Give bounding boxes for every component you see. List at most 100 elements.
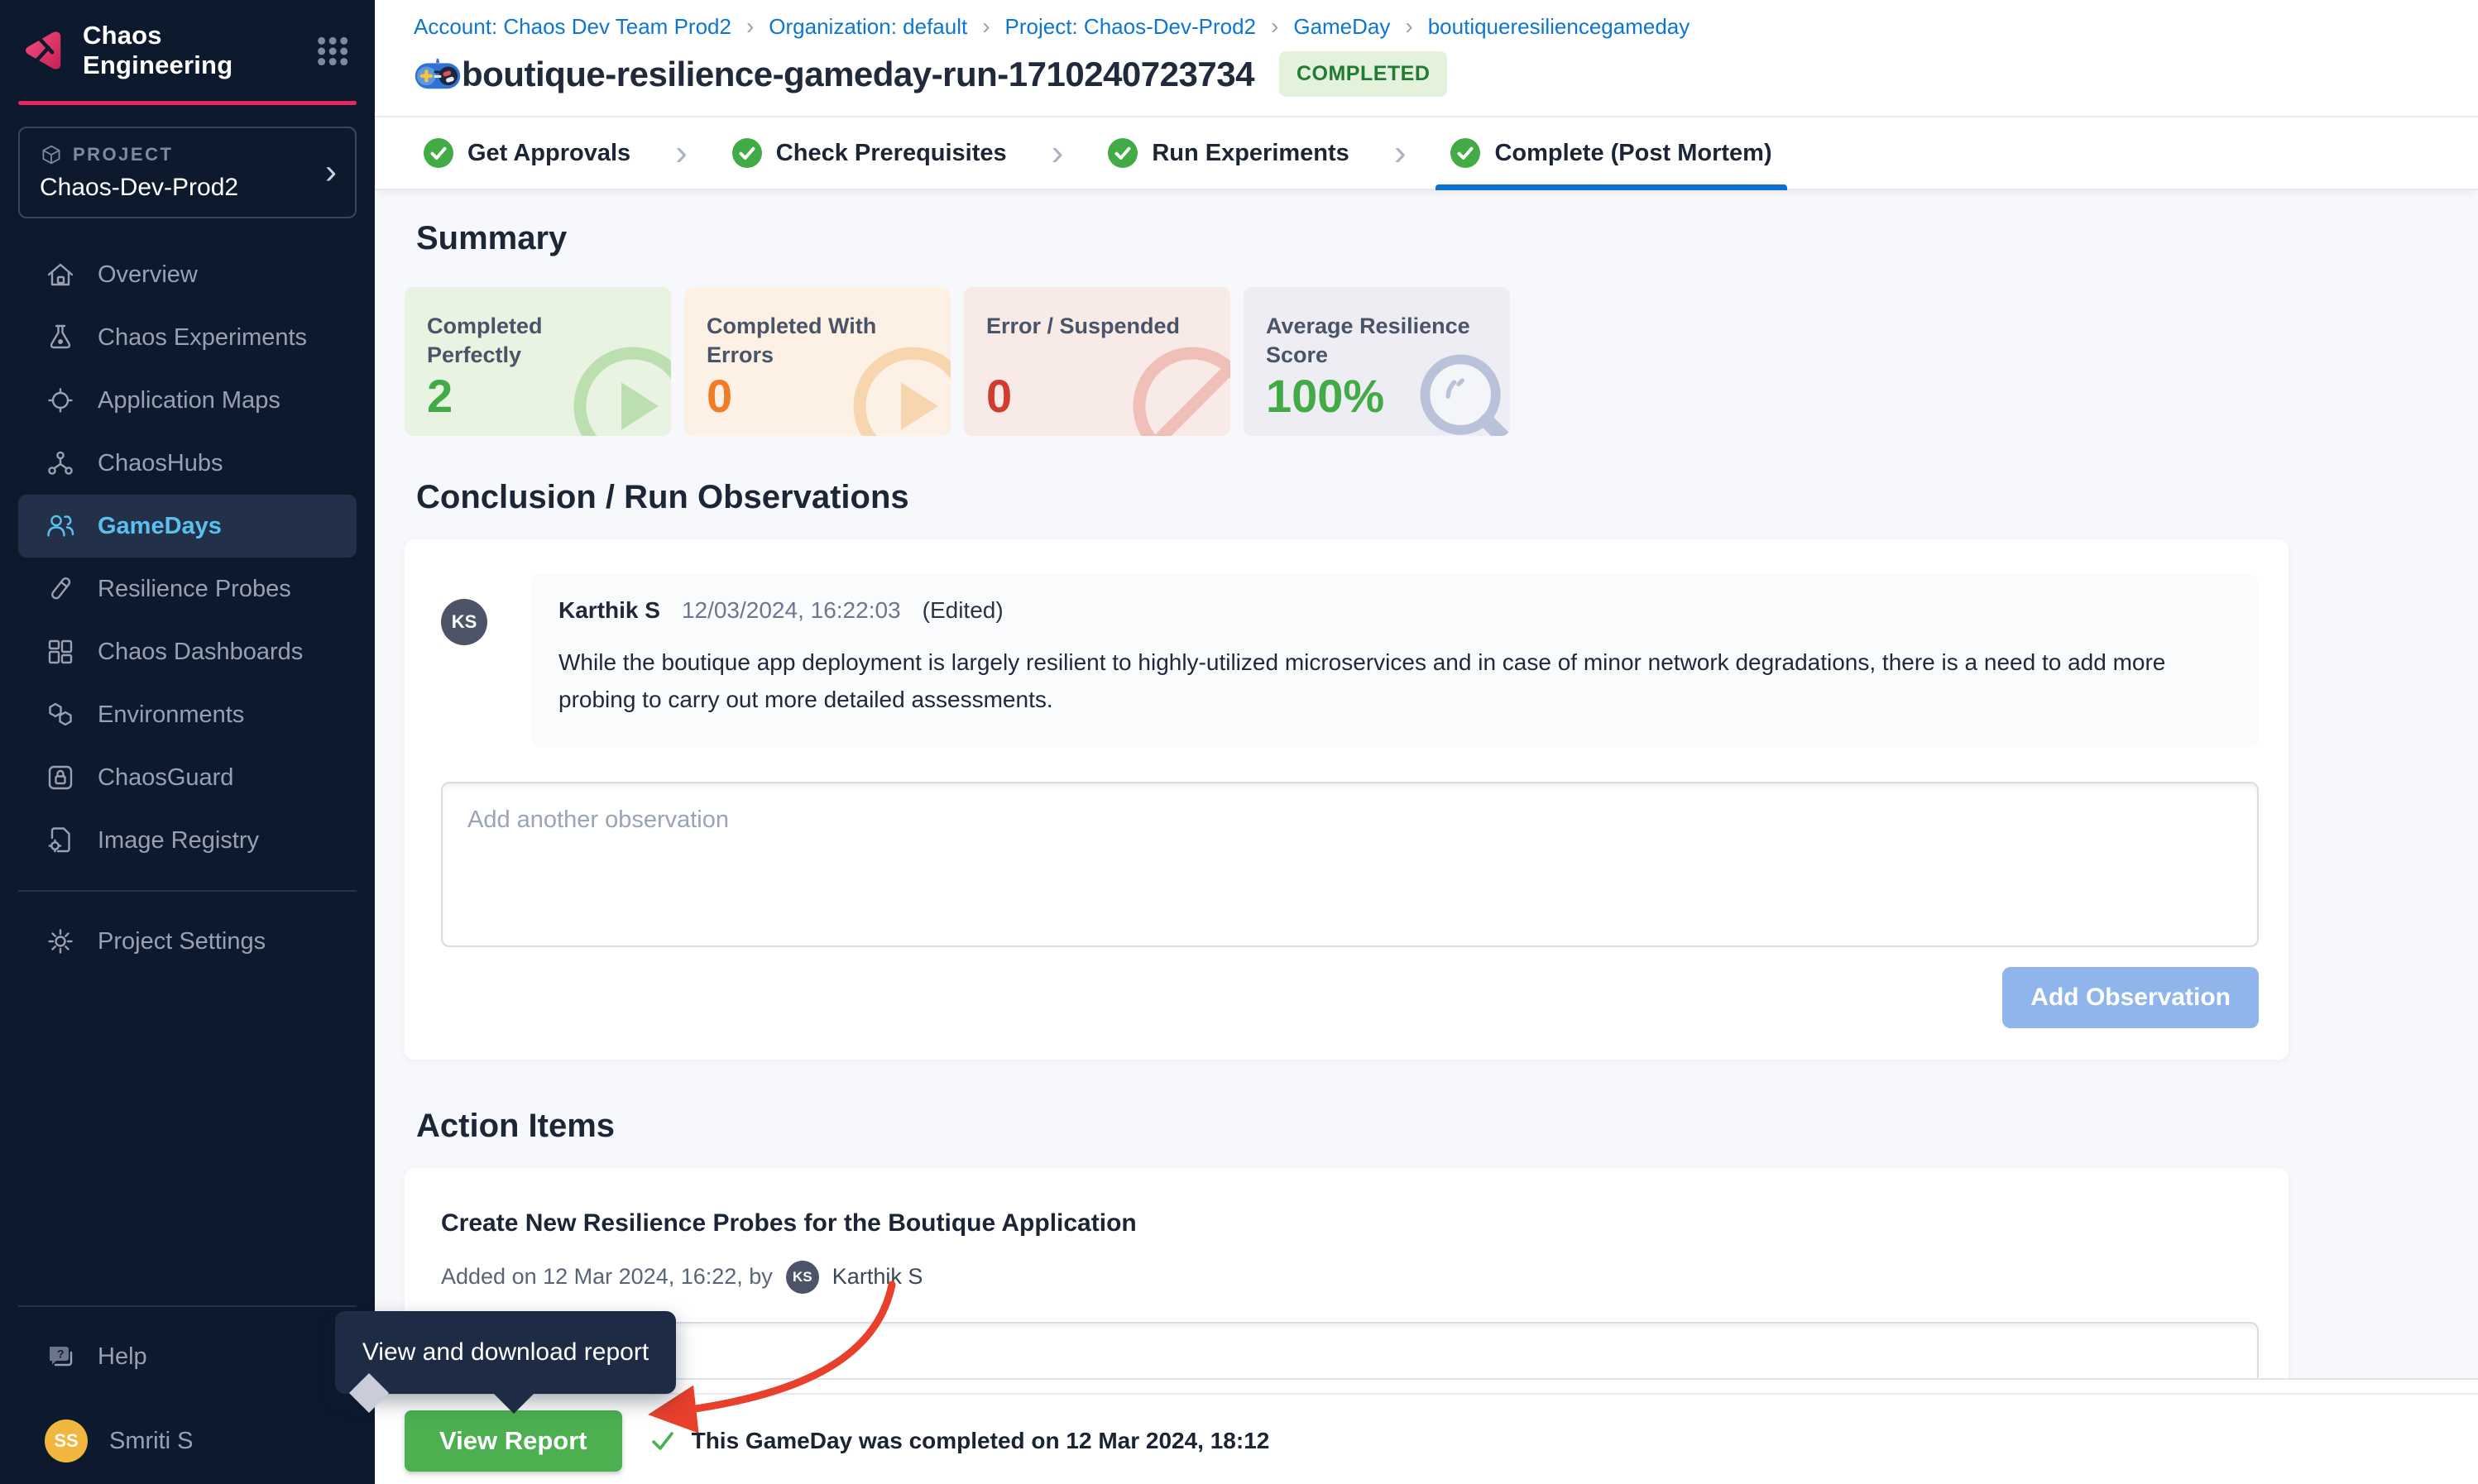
action-item-meta: Added on 12 Mar 2024, 16:22, by KS Karth…: [441, 1261, 2259, 1294]
sidebar-item-label: Help: [98, 1343, 147, 1371]
action-item-title: Create New Resilience Probes for the Bou…: [441, 1209, 2259, 1237]
tooltip-text: View and download report: [362, 1338, 649, 1367]
action-item-input[interactable]: [441, 1322, 2259, 1380]
sidebar-item-label: Image Registry: [98, 827, 259, 854]
project-selector[interactable]: PROJECT Chaos-Dev-Prod2 ›: [18, 127, 357, 218]
card-value: 100%: [1266, 369, 1384, 423]
target-icon: [45, 385, 76, 416]
user-menu[interactable]: SS Smriti S: [18, 1410, 357, 1472]
breadcrumb-gameday-name[interactable]: boutiqueresiliencegameday: [1428, 14, 1690, 40]
sidebar-item-chaos-dashboards[interactable]: Chaos Dashboards: [18, 620, 357, 683]
tab-complete-post-mortem[interactable]: Complete (Post Mortem): [1440, 117, 1781, 189]
step-label: Run Experiments: [1152, 140, 1349, 167]
card-label: Completed With Errors: [707, 312, 913, 370]
user-name: Smriti S: [109, 1428, 194, 1455]
sidebar-item-chaoshubs[interactable]: ChaosHubs: [18, 432, 357, 495]
observation-input[interactable]: [441, 782, 2259, 947]
breadcrumb-organization[interactable]: Organization: default: [769, 14, 967, 40]
sidebar-item-label: ChaosHubs: [98, 450, 223, 477]
card-value: 0: [986, 369, 1012, 423]
tab-check-prerequisites[interactable]: Check Prerequisites: [722, 117, 1017, 189]
chevron-right-icon: ›: [746, 13, 754, 40]
comment-timestamp: 12/03/2024, 16:22:03: [682, 597, 901, 624]
sidebar-item-resilience-probes[interactable]: Resilience Probes: [18, 558, 357, 620]
comment-author: Karthik S: [558, 597, 660, 624]
app-root: Chaos Engineering PROJECT Chaos-Dev-Prod…: [0, 0, 2478, 1484]
sidebar-item-label: Overview: [98, 261, 198, 289]
footer-bar: View Report This GameDay was completed o…: [375, 1380, 2478, 1484]
gamepad-icon: [414, 56, 462, 93]
check-circle-icon: [1108, 138, 1138, 168]
observations-heading: Conclusion / Run Observations: [416, 479, 2478, 516]
sidebar-divider: [18, 890, 357, 892]
breadcrumb-project[interactable]: Project: Chaos-Dev-Prod2: [1005, 14, 1256, 40]
hub-icon: [45, 448, 76, 479]
project-name: Chaos-Dev-Prod2: [40, 174, 335, 202]
add-observation-button[interactable]: Add Observation: [2002, 967, 2259, 1028]
breadcrumb-account[interactable]: Account: Chaos Dev Team Prod2: [414, 14, 731, 40]
comment-text: While the boutique app deployment is lar…: [558, 644, 2231, 719]
comment-edited-flag: (Edited): [923, 597, 1004, 624]
sidebar-item-label: Application Maps: [98, 387, 280, 414]
home-icon: [45, 259, 76, 290]
sidebar-item-chaos-experiments[interactable]: Chaos Experiments: [18, 306, 357, 369]
observations-panel: KS Karthik S 12/03/2024, 16:22:03 (Edite…: [405, 539, 2289, 1060]
breadcrumb-gameday[interactable]: GameDay: [1293, 14, 1390, 40]
people-icon: [45, 510, 76, 542]
view-report-button[interactable]: View Report: [405, 1410, 622, 1472]
chevron-right-icon: ›: [675, 132, 688, 174]
action-item-author: Karthik S: [832, 1264, 923, 1290]
sidebar-item-gamedays[interactable]: GameDays: [18, 495, 357, 558]
project-label: PROJECT: [73, 144, 173, 165]
step-label: Complete (Post Mortem): [1494, 140, 1771, 167]
sidebar-item-chaosguard[interactable]: ChaosGuard: [18, 746, 357, 809]
check-icon: [649, 1427, 677, 1455]
ban-circle-icon: [1126, 340, 1230, 436]
gameday-stepper: Get Approvals › Check Prerequisites › Ru…: [375, 117, 2478, 190]
sidebar-item-label: Environments: [98, 701, 244, 729]
card-value: 0: [707, 369, 732, 423]
step-label: Get Approvals: [467, 140, 630, 167]
card-completed-with-errors: Completed With Errors 0: [684, 287, 951, 436]
sidebar-item-label: GameDays: [98, 513, 222, 540]
test-tube-icon: [45, 573, 76, 605]
sidebar-item-label: Chaos Experiments: [98, 324, 307, 352]
sidebar-item-overview[interactable]: Overview: [18, 243, 357, 306]
check-circle-icon: [424, 138, 453, 168]
observation-comment: KS Karthik S 12/03/2024, 16:22:03 (Edite…: [441, 574, 2259, 747]
chaos-engineering-logo-icon: [22, 28, 66, 73]
help-chat-icon: ?: [45, 1341, 76, 1372]
app-title: Chaos Engineering: [83, 21, 312, 80]
tab-get-approvals[interactable]: Get Approvals: [414, 117, 640, 189]
chevron-right-icon: ›: [1052, 132, 1064, 174]
card-label: Average Resilience Score: [1266, 312, 1473, 370]
check-circle-icon: [732, 138, 762, 168]
page-header: Account: Chaos Dev Team Prod2 › Organiza…: [375, 0, 2478, 117]
summary-heading: Summary: [416, 220, 2478, 257]
gear-icon: [45, 926, 76, 957]
accent-divider: [18, 101, 357, 105]
dashboard-icon: [45, 636, 76, 668]
hexagons-icon: [45, 699, 76, 730]
view-report-tooltip: View and download report: [335, 1311, 676, 1394]
comment-box: Karthik S 12/03/2024, 16:22:03 (Edited) …: [530, 574, 2259, 747]
summary-cards: Completed Perfectly 2 Completed With Err…: [405, 287, 2478, 436]
completion-status-text: This GameDay was completed on 12 Mar 202…: [692, 1428, 1270, 1454]
card-completed-perfectly: Completed Perfectly 2: [405, 287, 671, 436]
avatar: KS: [786, 1261, 819, 1294]
sidebar-item-environments[interactable]: Environments: [18, 683, 357, 746]
app-switcher-grid-icon[interactable]: [312, 29, 353, 72]
sidebar-item-image-registry[interactable]: Image Registry: [18, 809, 357, 872]
sidebar-item-help[interactable]: ? Help: [18, 1325, 357, 1388]
check-circle-icon: [1450, 138, 1480, 168]
chevron-right-icon: ›: [982, 13, 990, 40]
registry-icon: [45, 825, 76, 856]
sidebar-item-label: ChaosGuard: [98, 764, 233, 792]
content-area: Summary Completed Perfectly 2 Completed …: [375, 190, 2478, 1380]
sidebar-item-application-maps[interactable]: Application Maps: [18, 369, 357, 432]
sidebar-item-project-settings[interactable]: Project Settings: [18, 910, 357, 973]
card-label: Completed Perfectly: [427, 312, 634, 370]
completion-status: This GameDay was completed on 12 Mar 202…: [649, 1427, 1270, 1455]
chevron-right-icon: ›: [1394, 132, 1407, 174]
tab-run-experiments[interactable]: Run Experiments: [1098, 117, 1359, 189]
